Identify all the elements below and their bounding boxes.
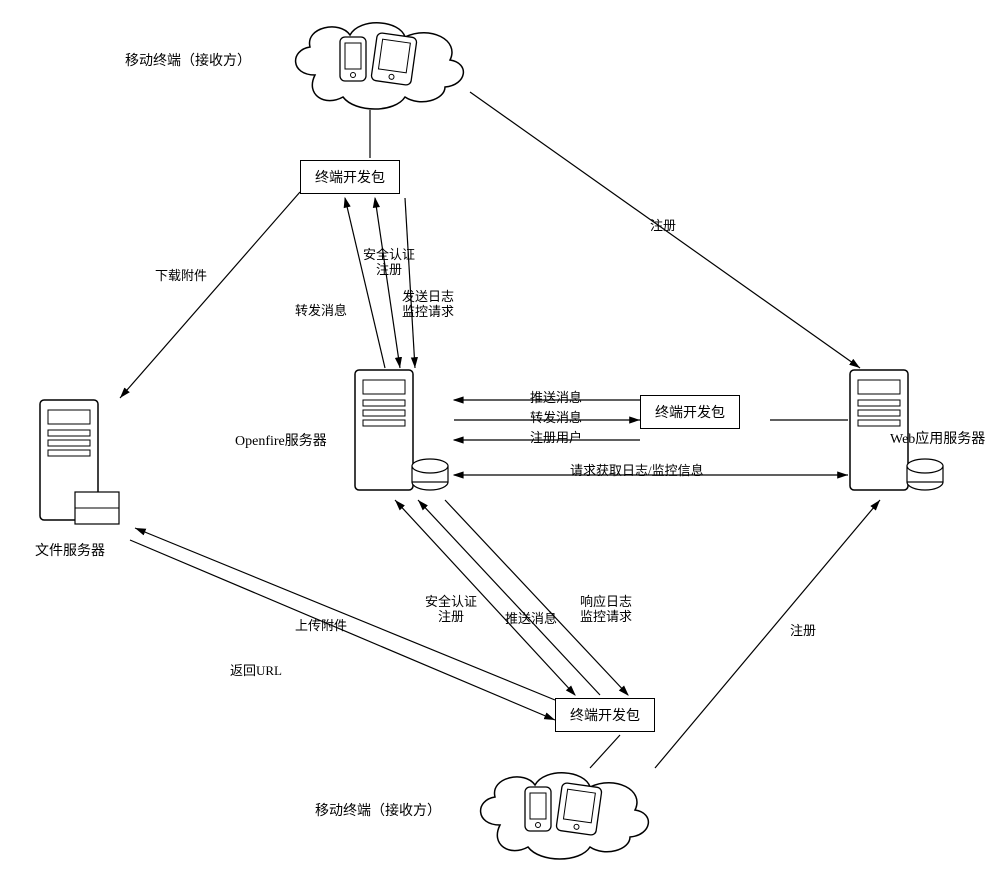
sdk-bottom-label: 终端开发包 [570,705,640,725]
edge-download-attachment: 下载附件 [155,265,207,284]
edge-forward-right: 转发消息 [530,407,582,426]
file-server-icon [40,400,119,524]
sdk-top-label: 终端开发包 [315,167,385,187]
edge-register-top: 注册 [650,215,676,234]
web-server-label: Web应用服务器 [890,428,985,448]
sdk-bottom-box: 终端开发包 [555,698,655,732]
edge-send-log: 发送日志 监控请求 [402,290,454,320]
mobile-receiver-top-label: 移动终端（接收方） [125,50,251,70]
edge-upload: 上传附件 [295,615,347,634]
diagram-canvas [0,0,1000,876]
mobile-receiver-bottom-label: 移动终端（接收方） [315,800,441,820]
edge-push-right: 推送消息 [530,387,582,406]
sdk-top-box: 终端开发包 [300,160,400,194]
edge-auth-bottom: 安全认证 注册 [425,595,477,625]
edge-auth-top: 安全认证 注册 [363,248,415,278]
edge-req-log-monitor: 请求获取日志/监控信息 [570,460,704,479]
file-server-label: 文件服务器 [35,540,105,560]
openfire-label: Openfire服务器 [235,430,327,450]
edge-forward-top: 转发消息 [295,300,347,319]
openfire-server-icon [355,370,448,490]
edge-push-bottom: 推送消息 [505,608,557,627]
sdk-right-box: 终端开发包 [640,395,740,429]
edge-register-bottom: 注册 [790,620,816,639]
edge-return-url: 返回URL [230,660,282,679]
sdk-right-label: 终端开发包 [655,402,725,422]
cloud-bottom [481,773,649,859]
cloud-top [296,23,464,109]
edge-respond-log: 响应日志 监控请求 [580,595,632,625]
edge-register-user: 注册用户 [530,427,582,446]
